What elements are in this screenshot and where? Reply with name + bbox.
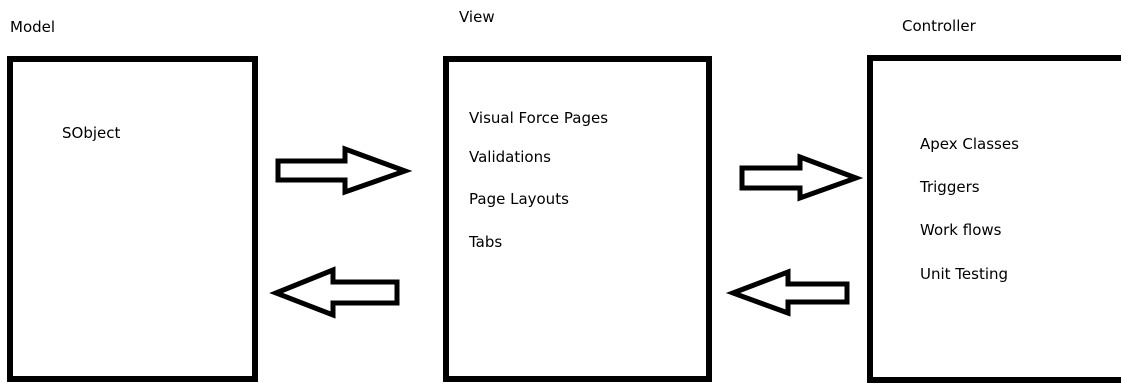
model-to-view-arrow xyxy=(275,145,413,196)
arrows-layer xyxy=(269,145,864,319)
view-to-model-arrow xyxy=(269,266,400,319)
controller-to-view-arrow xyxy=(725,268,850,317)
view-to-controller-arrow xyxy=(739,153,864,202)
